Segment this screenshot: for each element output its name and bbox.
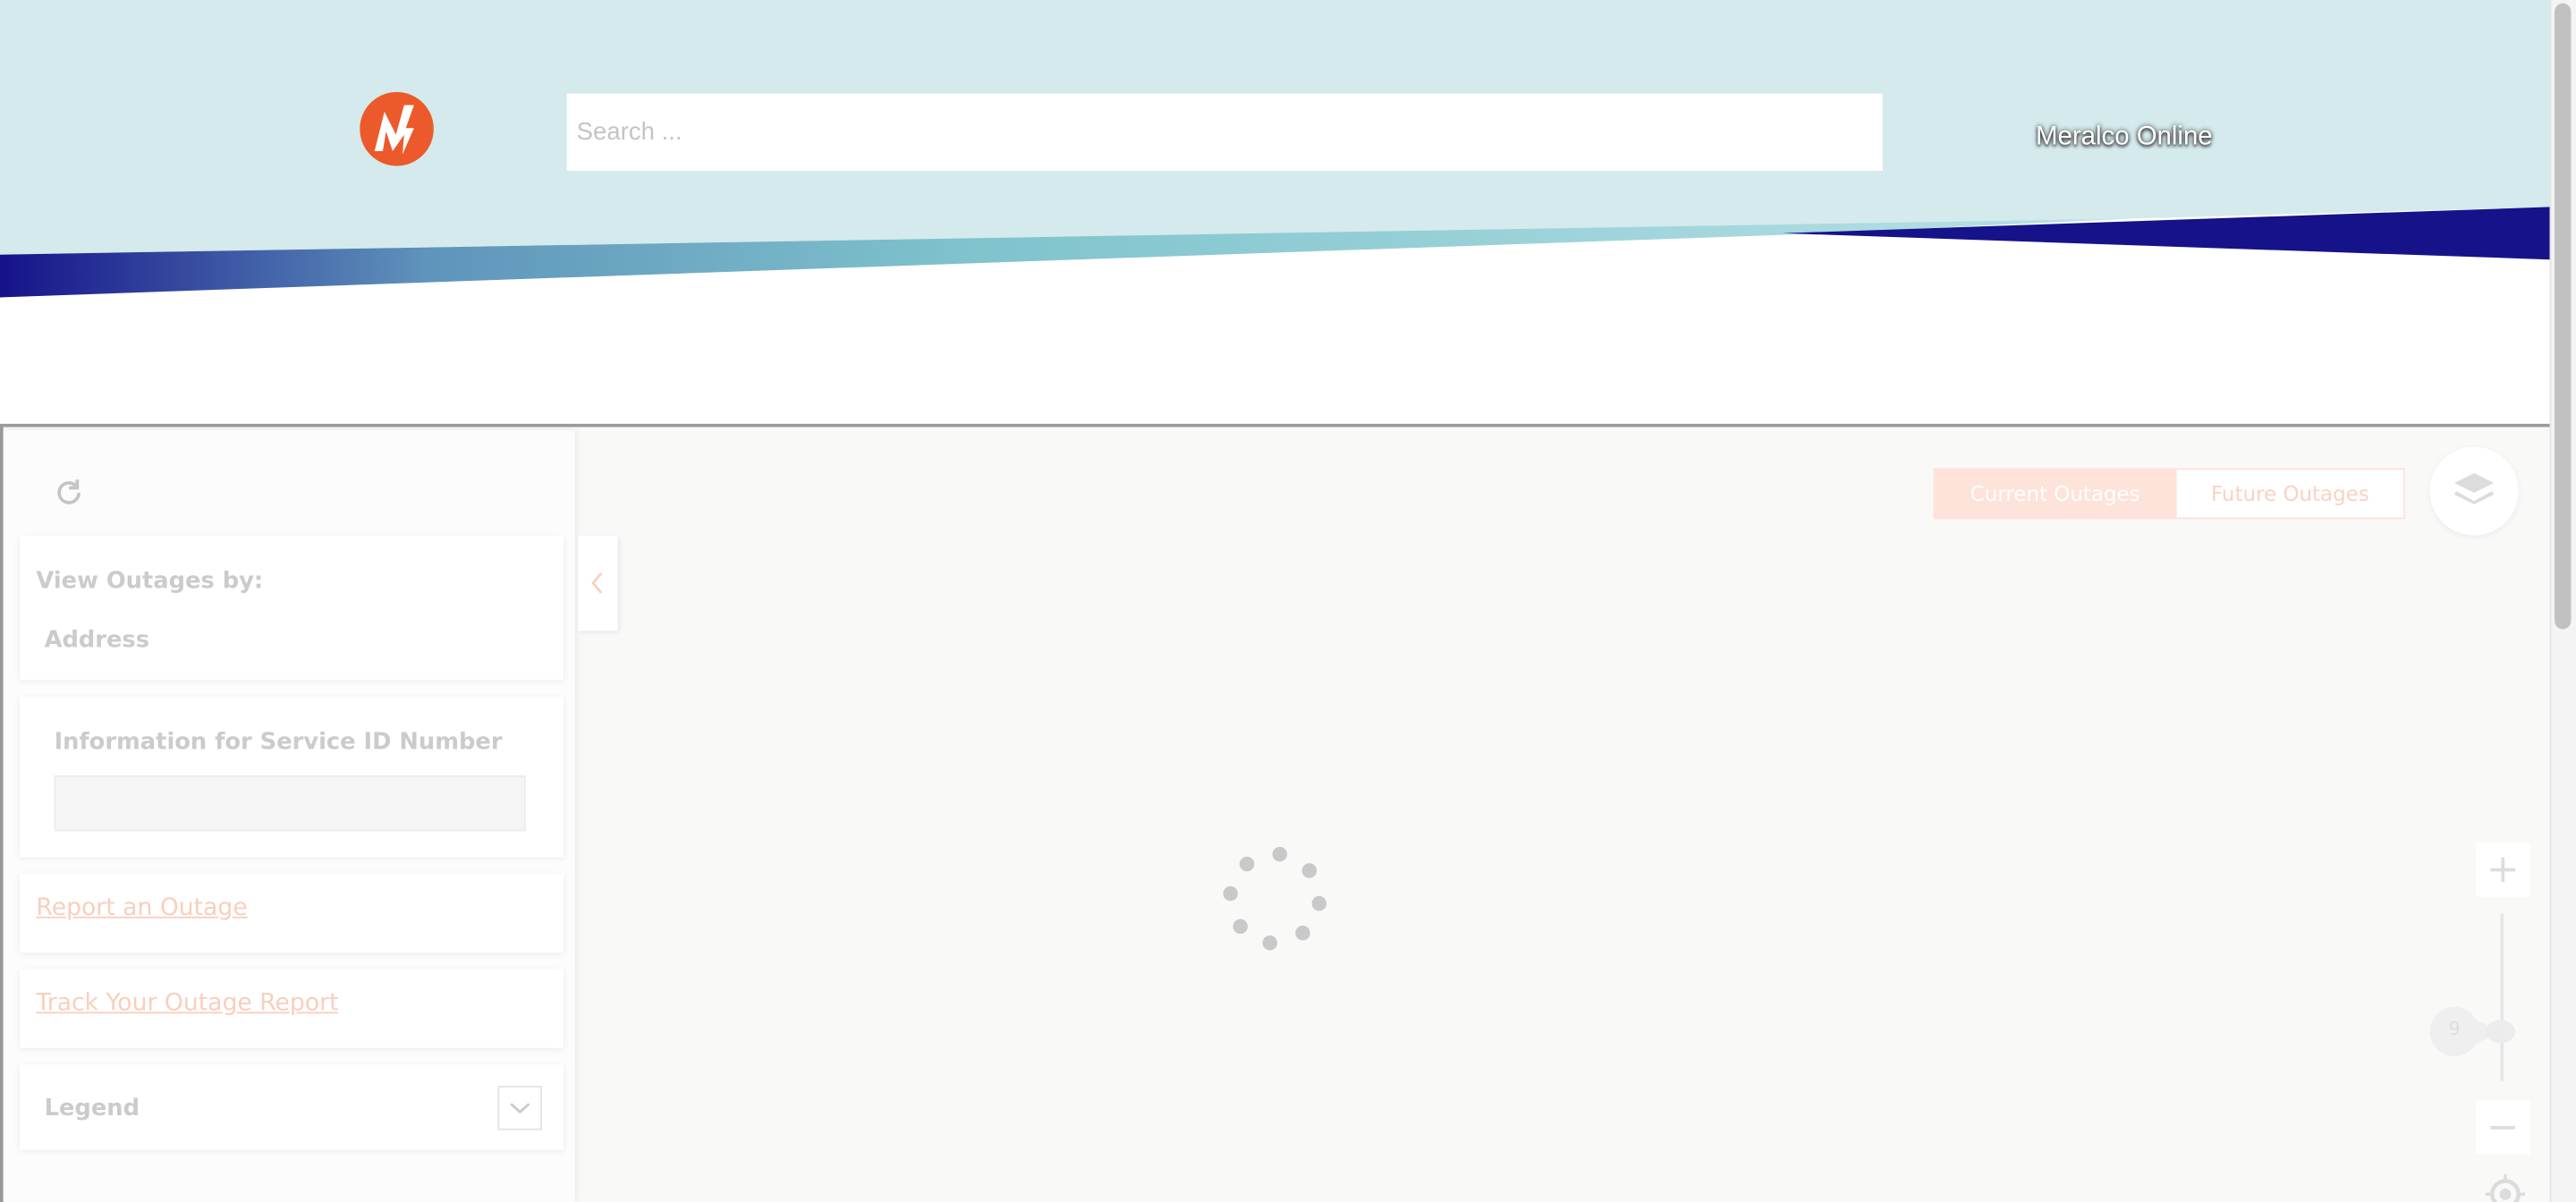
zoom-out-button[interactable] — [2475, 1100, 2530, 1155]
chevron-left-icon — [591, 572, 603, 594]
zoom-slider-handle[interactable]: 9 — [2428, 1005, 2527, 1058]
view-outages-label: View Outages by: — [36, 568, 264, 595]
view-outages-address-option[interactable]: Address — [45, 628, 149, 654]
layers-icon — [2454, 472, 2495, 504]
service-id-input[interactable] — [54, 775, 526, 832]
plus-icon — [2490, 857, 2515, 883]
view-outages-card: View Outages by: Address — [20, 535, 564, 681]
zoom-level-value: 9 — [2448, 1018, 2461, 1040]
refresh-icon[interactable] — [53, 477, 86, 510]
report-outage-card: Report an Outage — [20, 874, 564, 953]
service-id-card: Information for Service ID Number — [20, 696, 564, 858]
minus-icon — [2490, 1126, 2515, 1130]
collapse-panel-button[interactable] — [578, 535, 618, 631]
locate-icon[interactable] — [2484, 1172, 2527, 1202]
legend-label: Legend — [44, 1096, 140, 1122]
spinner-icon — [1223, 846, 1327, 951]
scrollbar-thumb[interactable] — [2555, 3, 2572, 630]
legend-toggle-button[interactable] — [497, 1086, 543, 1130]
side-panel: View Outages by: Address Information for… — [3, 430, 575, 1202]
zoom-in-button[interactable] — [2475, 842, 2530, 897]
chevron-down-icon — [510, 1103, 530, 1114]
search-input[interactable] — [566, 93, 1883, 172]
track-outage-link[interactable]: Track Your Outage Report — [36, 991, 338, 1017]
track-outage-card: Track Your Outage Report — [20, 969, 564, 1048]
header: Meralco Online — [0, 0, 2550, 427]
tab-current-outages[interactable]: Current Outages — [1933, 468, 2177, 520]
meralco-logo[interactable] — [360, 91, 434, 166]
service-id-label: Information for Service ID Number — [54, 729, 503, 756]
layers-button[interactable] — [2429, 446, 2519, 536]
report-outage-link[interactable]: Report an Outage — [36, 895, 247, 921]
legend-card[interactable]: Legend — [20, 1064, 564, 1150]
page: Meralco Online View Outages by: Address … — [0, 0, 2576, 1202]
tab-future-outages[interactable]: Future Outages — [2174, 468, 2405, 520]
meralco-online-link[interactable]: Meralco Online — [1971, 123, 2277, 153]
